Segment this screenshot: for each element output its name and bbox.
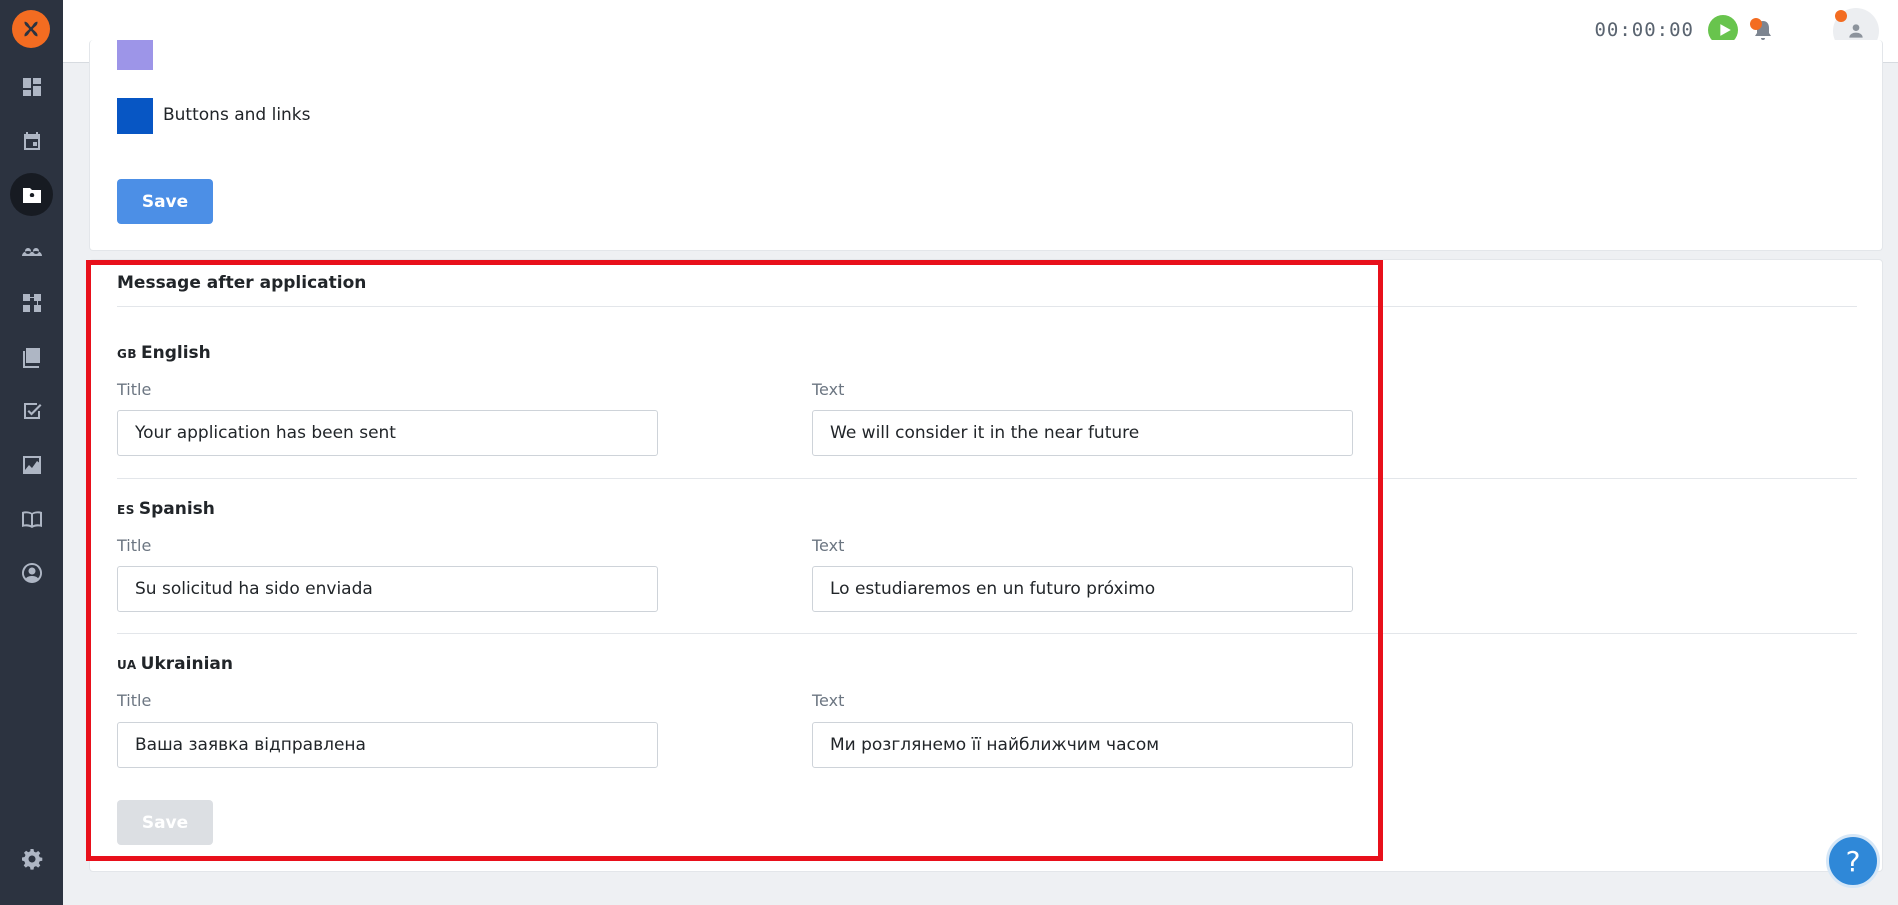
language-divider xyxy=(117,633,1857,634)
section-title: Message after application xyxy=(117,273,367,293)
message-after-application-card: Message after application GB English Titl… xyxy=(89,259,1883,872)
calendar-icon xyxy=(23,131,40,150)
sidebar-item-employees[interactable] xyxy=(10,227,53,270)
title-label: Title xyxy=(117,380,152,399)
language-heading-english: GB English xyxy=(117,343,211,363)
english-title-input[interactable] xyxy=(117,410,658,456)
save-colors-button[interactable]: Save xyxy=(117,179,213,224)
language-heading-ukrainian: UA Ukrainian xyxy=(117,654,233,674)
help-button[interactable]: ? xyxy=(1826,834,1880,888)
documents-icon xyxy=(22,347,40,368)
language-name: Ukrainian xyxy=(140,654,233,674)
language-name: Spanish xyxy=(138,499,215,519)
color-swatch-buttons-links[interactable] xyxy=(117,98,153,134)
sidebar-item-reports[interactable] xyxy=(10,443,53,486)
text-label: Text xyxy=(812,380,845,399)
sidebar-item-profile[interactable] xyxy=(10,551,53,594)
colors-card: Buttons and links Save xyxy=(89,40,1883,251)
color-label-buttons-links: Buttons and links xyxy=(163,105,311,125)
flag-ua: UA xyxy=(117,658,137,672)
people-icon xyxy=(21,247,42,256)
text-label: Text xyxy=(812,536,845,555)
flag-es: ES xyxy=(117,503,135,517)
checkbox-icon xyxy=(23,402,41,419)
sidebar-item-settings[interactable] xyxy=(10,837,53,880)
save-messages-button[interactable]: Save xyxy=(117,800,213,845)
dashboard-icon xyxy=(22,77,41,96)
sidebar-item-tasks[interactable] xyxy=(10,389,53,432)
book-icon xyxy=(21,510,42,528)
avatar-status-badge xyxy=(1835,10,1847,22)
app-logo[interactable] xyxy=(12,10,50,48)
gear-icon xyxy=(21,848,42,870)
chart-icon xyxy=(22,455,41,474)
notification-badge xyxy=(1750,18,1762,30)
sidebar-item-applicants[interactable] xyxy=(10,173,53,216)
english-text-input[interactable] xyxy=(812,410,1353,456)
language-divider xyxy=(117,478,1857,479)
ukrainian-title-input[interactable] xyxy=(117,722,658,768)
spanish-text-input[interactable] xyxy=(812,566,1353,612)
logo-icon xyxy=(24,21,38,37)
language-heading-spanish: ES Spanish xyxy=(117,499,215,519)
applicant-folder-icon xyxy=(22,187,41,203)
time-tracker-display: 00:00:00 xyxy=(1594,19,1694,41)
title-label: Title xyxy=(117,691,152,710)
spanish-title-input[interactable] xyxy=(117,566,658,612)
user-circle-icon xyxy=(21,562,42,583)
user-icon xyxy=(1849,24,1863,38)
text-label: Text xyxy=(812,691,845,710)
ukrainian-text-input[interactable] xyxy=(812,722,1353,768)
language-name: English xyxy=(141,343,211,363)
play-icon xyxy=(1719,24,1731,36)
sidebar-item-structure[interactable] xyxy=(10,281,53,324)
title-label: Title xyxy=(117,536,152,555)
flag-gb: GB xyxy=(117,347,137,361)
section-divider xyxy=(117,306,1857,307)
sidebar xyxy=(0,0,63,905)
sidebar-item-calendar[interactable] xyxy=(10,119,53,162)
sidebar-item-documents[interactable] xyxy=(10,335,53,378)
structure-icon xyxy=(22,293,41,312)
sidebar-item-dashboard[interactable] xyxy=(10,65,53,108)
color-swatch-partial[interactable] xyxy=(117,40,153,70)
sidebar-item-knowledge-base[interactable] xyxy=(10,497,53,540)
